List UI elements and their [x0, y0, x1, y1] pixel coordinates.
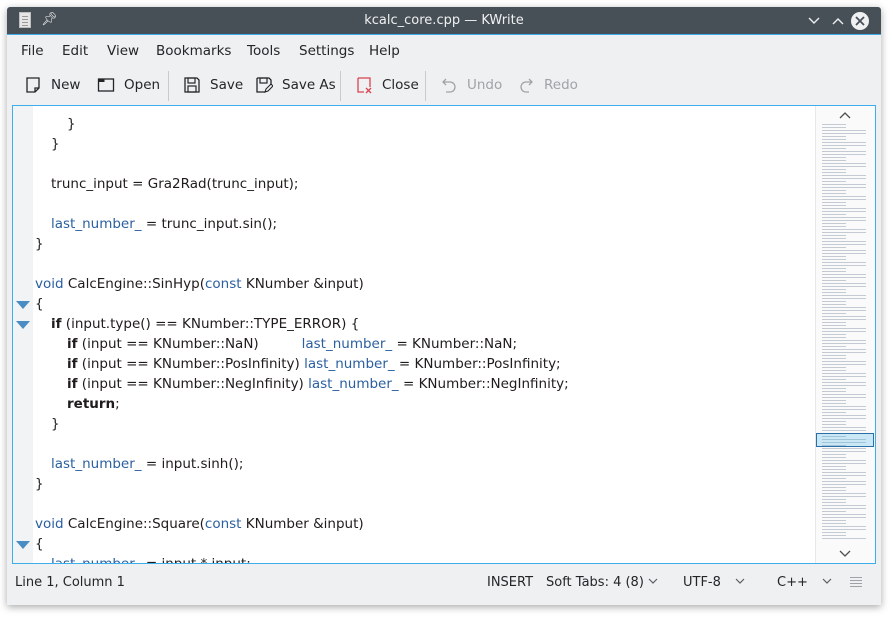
new-document-icon — [26, 77, 40, 93]
folder-icon — [97, 78, 115, 92]
close-window-button[interactable] — [851, 12, 869, 30]
code-area[interactable]: }} trunc_input = Gra2Rad(trunc_input);las… — [35, 106, 815, 563]
hamburger-menu-icon[interactable] — [850, 577, 862, 588]
close-icon — [855, 16, 865, 26]
redo-icon — [520, 78, 533, 93]
toolbar-separator — [340, 71, 341, 101]
chevron-down-icon — [735, 578, 745, 584]
text-editor[interactable]: }} trunc_input = Gra2Rad(trunc_input);las… — [12, 105, 876, 564]
menu-file[interactable]: File — [21, 43, 44, 59]
redo-label: Redo — [544, 77, 578, 93]
fold-marker-icon[interactable] — [16, 321, 30, 329]
undo-button[interactable]: Undo — [440, 75, 502, 95]
code-line[interactable]: last_number_ = trunc_input.sin(); — [51, 214, 277, 234]
scroll-down-button[interactable] — [816, 547, 874, 561]
cursor-position[interactable]: Line 1, Column 1 — [15, 575, 125, 590]
menu-help[interactable]: Help — [369, 43, 400, 59]
code-line[interactable]: { — [35, 534, 44, 554]
minimap-mask — [846, 124, 866, 539]
encoding-dropdown[interactable] — [735, 575, 745, 588]
open-label: Open — [124, 77, 161, 93]
code-line[interactable]: } — [67, 114, 76, 134]
fold-marker-icon[interactable] — [16, 301, 30, 309]
menu-bar: File Edit View Bookmarks Tools Settings … — [7, 36, 881, 64]
fold-gutter[interactable] — [13, 106, 33, 563]
save-as-label: Save As — [282, 77, 336, 93]
minimap-viewport-handle[interactable] — [816, 433, 874, 447]
code-line[interactable]: return; — [67, 394, 120, 414]
code-line[interactable]: if (input == KNumber::PosInfinity) last_… — [67, 354, 561, 374]
chevron-down-icon — [822, 578, 832, 584]
main-toolbar: New Open Save Save As Close Undo Redo — [7, 67, 881, 103]
code-line[interactable]: last_number_ = input * input; — [51, 554, 251, 563]
syntax-dropdown[interactable] — [822, 575, 832, 588]
menu-tools[interactable]: Tools — [247, 43, 280, 59]
indent-dropdown[interactable] — [648, 575, 658, 588]
open-button[interactable]: Open — [97, 75, 160, 95]
minimap-scrollbar[interactable] — [815, 106, 875, 563]
kwrite-window: 📌︎ kcalc_core.cpp — KWrite File Edit Vie… — [7, 7, 881, 605]
toolbar-separator — [425, 71, 426, 101]
save-button[interactable]: Save — [183, 75, 243, 95]
code-line[interactable]: } — [51, 414, 60, 434]
menu-view[interactable]: View — [107, 43, 139, 59]
input-mode[interactable]: INSERT — [487, 575, 533, 590]
undo-icon — [442, 78, 456, 93]
chevron-down-icon — [839, 550, 851, 557]
code-line[interactable]: if (input.type() == KNumber::TYPE_ERROR)… — [51, 314, 359, 334]
close-document-icon — [357, 77, 372, 94]
code-line[interactable]: if (input == KNumber::NaN) last_number_ … — [67, 334, 517, 354]
save-as-icon — [256, 77, 273, 93]
save-label: Save — [210, 77, 244, 93]
save-as-button[interactable]: Save As — [255, 75, 336, 95]
code-line[interactable]: void CalcEngine::SinHyp(const KNumber &i… — [35, 274, 364, 294]
chevron-down-icon — [808, 17, 820, 24]
title-bar[interactable]: 📌︎ kcalc_core.cpp — KWrite — [7, 7, 881, 35]
save-icon — [184, 77, 200, 93]
code-line[interactable]: void CalcEngine::Square(const KNumber &i… — [35, 514, 364, 534]
syntax-mode[interactable]: C++ — [777, 575, 808, 590]
encoding[interactable]: UTF-8 — [683, 575, 721, 590]
close-button[interactable]: Close — [355, 75, 419, 95]
toolbar-separator — [168, 71, 169, 101]
code-line[interactable]: trunc_input = Gra2Rad(trunc_input); — [51, 174, 298, 194]
redo-button[interactable]: Redo — [517, 75, 578, 95]
code-line[interactable]: last_number_ = input.sinh(); — [51, 454, 243, 474]
code-line[interactable]: { — [35, 294, 44, 314]
menu-edit[interactable]: Edit — [62, 43, 88, 59]
chevron-up-icon — [839, 112, 851, 119]
code-line[interactable]: } — [51, 134, 60, 154]
window-title: kcalc_core.cpp — KWrite — [364, 13, 524, 28]
chevron-up-icon — [832, 18, 844, 25]
menu-settings[interactable]: Settings — [299, 43, 354, 59]
fold-marker-icon[interactable] — [16, 541, 30, 549]
undo-label: Undo — [467, 77, 503, 93]
status-bar: Line 1, Column 1 INSERT Soft Tabs: 4 (8)… — [7, 567, 881, 597]
scroll-up-button[interactable] — [816, 108, 874, 122]
minimize-button[interactable] — [804, 11, 824, 31]
code-line[interactable]: } — [35, 234, 44, 254]
indentation-setting[interactable]: Soft Tabs: 4 (8) — [546, 575, 644, 590]
chevron-down-icon — [648, 578, 658, 584]
new-button[interactable]: New — [24, 75, 80, 95]
code-line[interactable]: } — [35, 474, 44, 494]
menu-bookmarks[interactable]: Bookmarks — [156, 43, 231, 59]
code-line[interactable]: if (input == KNumber::NegInfinity) last_… — [67, 374, 569, 394]
new-label: New — [51, 77, 81, 93]
maximize-button[interactable] — [828, 11, 848, 31]
close-label: Close — [382, 77, 419, 93]
